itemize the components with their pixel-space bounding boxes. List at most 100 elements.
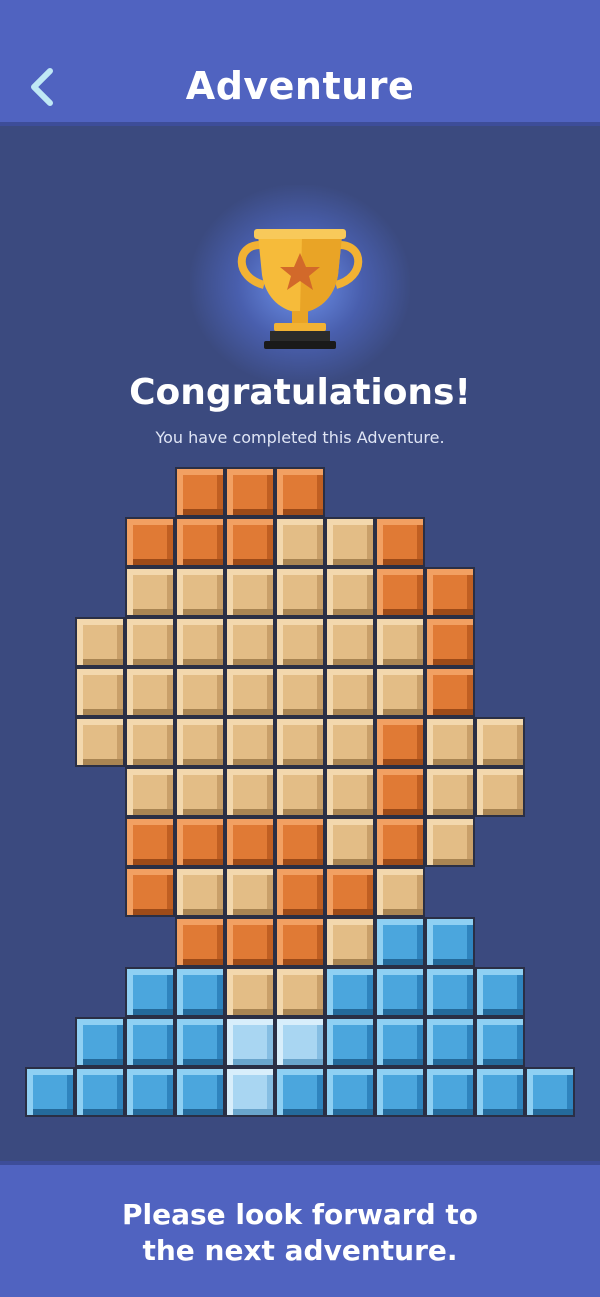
puzzle-tile-tan: [225, 767, 275, 817]
tile-face: [233, 875, 267, 909]
tile-face: [183, 975, 217, 1009]
tile-face: [233, 475, 267, 509]
puzzle-tile-blue: [375, 1067, 425, 1117]
tile-face: [233, 575, 267, 609]
tile-face: [183, 875, 217, 909]
tile-face: [333, 525, 367, 559]
puzzle-tile-blue: [425, 1067, 475, 1117]
puzzle-tile-orange: [375, 717, 425, 767]
puzzle-tile-tan: [425, 717, 475, 767]
puzzle-tile-orange: [275, 467, 325, 517]
puzzle-tile-tan: [325, 667, 375, 717]
puzzle-tile-orange: [425, 567, 475, 617]
puzzle-tile-tan: [125, 617, 175, 667]
puzzle-tile-tan: [225, 667, 275, 717]
puzzle-tile-blue: [475, 1067, 525, 1117]
puzzle-tile-blue: [175, 1017, 225, 1067]
tile-face: [133, 975, 167, 1009]
puzzle-tile-tan: [325, 817, 375, 867]
puzzle-tile-orange: [275, 867, 325, 917]
puzzle-tile-tan: [425, 767, 475, 817]
puzzle-tile-blue: [25, 1067, 75, 1117]
puzzle-tile-blue: [325, 1067, 375, 1117]
puzzle-tile-tan: [425, 817, 475, 867]
puzzle-tile-tan: [175, 567, 225, 617]
tile-face: [333, 1075, 367, 1109]
tile-face: [283, 775, 317, 809]
tile-face: [283, 525, 317, 559]
puzzle-tile-orange: [125, 517, 175, 567]
next-adventure-message: Please look forward to the next adventur…: [121, 1198, 479, 1267]
tile-face: [83, 725, 117, 759]
puzzle-tile-orange: [125, 867, 175, 917]
tile-face: [333, 775, 367, 809]
puzzle-tile-light-blue: [225, 1067, 275, 1117]
tile-face: [133, 825, 167, 859]
puzzle-board: [0, 0, 600, 1297]
puzzle-tile-tan: [275, 667, 325, 717]
tile-face: [383, 775, 417, 809]
puzzle-tile-blue: [375, 917, 425, 967]
tile-face: [233, 525, 267, 559]
tile-face: [183, 625, 217, 659]
puzzle-tile-tan: [275, 767, 325, 817]
tile-face: [83, 1075, 117, 1109]
tile-face: [233, 1075, 267, 1109]
puzzle-tile-tan: [325, 517, 375, 567]
puzzle-tile-orange: [375, 767, 425, 817]
puzzle-tile-tan: [325, 617, 375, 667]
tile-face: [383, 525, 417, 559]
tile-face: [433, 975, 467, 1009]
tile-face: [383, 1075, 417, 1109]
tile-face: [433, 625, 467, 659]
puzzle-tile-tan: [125, 667, 175, 717]
tile-face: [383, 925, 417, 959]
tile-face: [383, 575, 417, 609]
tile-face: [333, 625, 367, 659]
puzzle-tile-orange: [375, 817, 425, 867]
tile-face: [33, 1075, 67, 1109]
tile-face: [283, 625, 317, 659]
puzzle-tile-orange: [275, 817, 325, 867]
puzzle-tile-blue: [425, 967, 475, 1017]
tile-face: [433, 575, 467, 609]
tile-face: [433, 1075, 467, 1109]
tile-face: [283, 675, 317, 709]
puzzle-tile-blue: [275, 1067, 325, 1117]
puzzle-tile-tan: [325, 717, 375, 767]
tile-face: [133, 1025, 167, 1059]
tile-face: [133, 1075, 167, 1109]
puzzle-tile-orange: [225, 467, 275, 517]
puzzle-tile-tan: [475, 767, 525, 817]
tile-face: [83, 675, 117, 709]
tile-face: [183, 725, 217, 759]
tile-face: [333, 575, 367, 609]
puzzle-tile-tan: [275, 717, 325, 767]
tile-face: [233, 825, 267, 859]
puzzle-tile-tan: [275, 567, 325, 617]
puzzle-tile-orange: [175, 817, 225, 867]
tile-face: [233, 625, 267, 659]
puzzle-tile-blue: [175, 967, 225, 1017]
tile-face: [283, 875, 317, 909]
puzzle-tile-tan: [325, 567, 375, 617]
puzzle-tile-tan: [275, 967, 325, 1017]
tile-face: [183, 925, 217, 959]
tile-face: [383, 725, 417, 759]
tile-face: [283, 725, 317, 759]
tile-face: [283, 575, 317, 609]
puzzle-tile-blue: [75, 1067, 125, 1117]
puzzle-tile-orange: [225, 817, 275, 867]
tile-face: [233, 775, 267, 809]
puzzle-tile-orange: [375, 567, 425, 617]
tile-face: [333, 725, 367, 759]
puzzle-tile-tan: [225, 717, 275, 767]
tile-face: [483, 975, 517, 1009]
tile-face: [433, 675, 467, 709]
tile-face: [383, 825, 417, 859]
puzzle-tile-tan: [225, 867, 275, 917]
tile-face: [383, 625, 417, 659]
puzzle-tile-orange: [225, 917, 275, 967]
puzzle-tile-blue: [475, 967, 525, 1017]
puzzle-tile-light-blue: [225, 1017, 275, 1067]
